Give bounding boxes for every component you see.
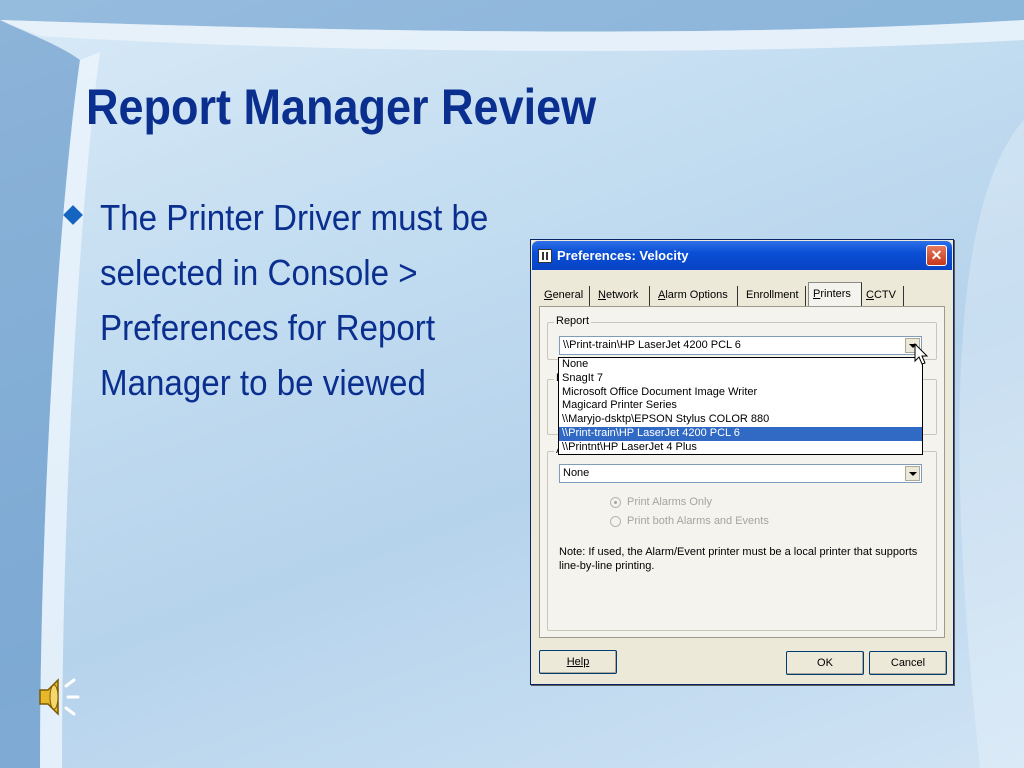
tab-printers[interactable]: Printers xyxy=(808,282,862,306)
cancel-button[interactable]: Cancel xyxy=(869,651,947,675)
dropdown-option-selected[interactable]: \\Print-train\HP LaserJet 4200 PCL 6 xyxy=(559,426,922,441)
tab-alarm-options[interactable]: Alarm Options xyxy=(654,286,738,306)
dialog-app-icon xyxy=(538,249,552,263)
dialog-title: Preferences: Velocity xyxy=(557,248,689,263)
report-printer-select[interactable]: \\Print-train\HP LaserJet 4200 PCL 6 xyxy=(559,336,922,355)
printer-dropdown-list[interactable]: None SnagIt 7 Microsoft Office Document … xyxy=(558,357,923,455)
ok-button[interactable]: OK xyxy=(786,651,864,675)
dropdown-option[interactable]: Microsoft Office Document Image Writer xyxy=(559,386,922,400)
radio-button[interactable] xyxy=(610,497,621,508)
close-button[interactable]: ✕ xyxy=(926,245,947,266)
alarm-printer-select[interactable]: None xyxy=(559,464,922,483)
dropdown-option[interactable]: SnagIt 7 xyxy=(559,372,922,386)
bullet-text: The Printer Driver must be selected in C… xyxy=(100,197,489,403)
tab-cctv[interactable]: CCTV xyxy=(862,286,904,306)
mouse-cursor-icon xyxy=(914,343,929,365)
report-printer-value: \\Print-train\HP LaserJet 4200 PCL 6 xyxy=(563,339,741,351)
alarm-printer-value: None xyxy=(563,467,590,479)
dropdown-option[interactable]: \\Maryjo-dsktp\EPSON Stylus COLOR 880 xyxy=(559,413,922,427)
radio-button[interactable] xyxy=(610,516,621,527)
tab-network[interactable]: Network xyxy=(594,286,650,306)
report-group-label: Report xyxy=(554,315,592,327)
dropdown-option[interactable]: None xyxy=(559,358,922,372)
speaker-icon[interactable] xyxy=(34,672,84,722)
alarm-printer-note: Note: If used, the Alarm/Event printer m… xyxy=(559,546,918,572)
tab-enrollment[interactable]: Enrollment xyxy=(742,286,806,306)
printers-tab-panel: Report \\Print-train\HP LaserJet 4200 PC… xyxy=(539,306,945,638)
close-icon: ✕ xyxy=(930,247,943,263)
dropdown-arrow-icon[interactable] xyxy=(905,466,920,481)
help-button[interactable]: Help xyxy=(539,650,617,674)
tab-general[interactable]: General xyxy=(540,286,590,306)
preferences-dialog: Preferences: Velocity ✕ General Network … xyxy=(530,239,954,685)
dropdown-option[interactable]: \\Printnt\HP LaserJet 4 Plus xyxy=(559,441,922,455)
dropdown-option[interactable]: Magicard Printer Series xyxy=(559,399,922,413)
slide-title: Report Manager Review xyxy=(86,79,597,135)
dialog-titlebar[interactable]: Preferences: Velocity ✕ xyxy=(532,241,952,270)
